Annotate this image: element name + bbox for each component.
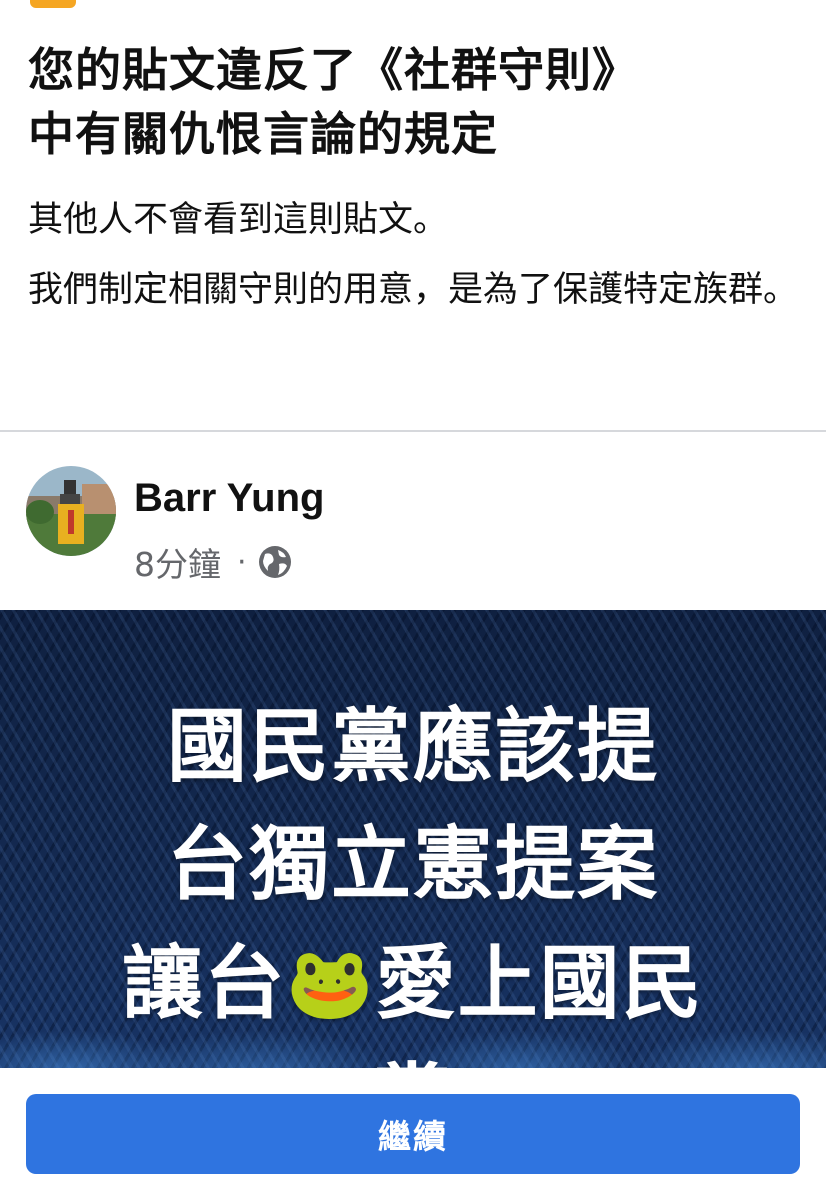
post-time[interactable]: 8分鐘 (134, 538, 221, 586)
avatar-photo (26, 466, 116, 556)
post-image[interactable]: 國民黨應該提 台獨立憲提案 讓台🐸愛上國民 黨 (0, 610, 826, 1070)
post-text-line3-start: 讓台 (122, 937, 287, 1030)
post-text-line1: 國民黨應該提 (167, 700, 659, 793)
globe-icon (258, 546, 291, 578)
post-text: 國民黨應該提 台獨立憲提案 讓台🐸愛上國民 黨 (0, 688, 826, 1070)
post-header: Barr Yung 8分鐘 · (26, 466, 786, 584)
post-text-line2: 台獨立憲提案 (167, 818, 659, 911)
post-text-line3-end: 愛上國民 (375, 937, 704, 1030)
violation-notice: 您的貼文違反了《社群守則》 中有關仇恨言論的規定 (28, 38, 796, 166)
post-text-line4: 黨 (0, 1043, 826, 1070)
continue-button[interactable]: 繼續 (26, 1094, 800, 1174)
frog-emoji: 🐸 (286, 942, 376, 1024)
notice-title-line2: 中有關仇恨言論的規定 (28, 107, 498, 161)
avatar[interactable] (26, 466, 116, 556)
author-name[interactable]: Barr Yung (134, 476, 324, 521)
post-meta: 8分鐘 · (134, 538, 293, 586)
top-peek-bar (30, 0, 76, 8)
post-text-line3: 讓台🐸愛上國民 (0, 924, 826, 1043)
divider (0, 430, 826, 432)
notice-hidden-text: 其他人不會看到這則貼文。 (28, 200, 449, 240)
notice-purpose-text: 我們制定相關守則的用意，是為了保護特定族群。 (28, 270, 799, 310)
notice-title-line1: 您的貼文違反了《社群守則》 (28, 43, 639, 97)
meta-separator: · (237, 544, 247, 580)
